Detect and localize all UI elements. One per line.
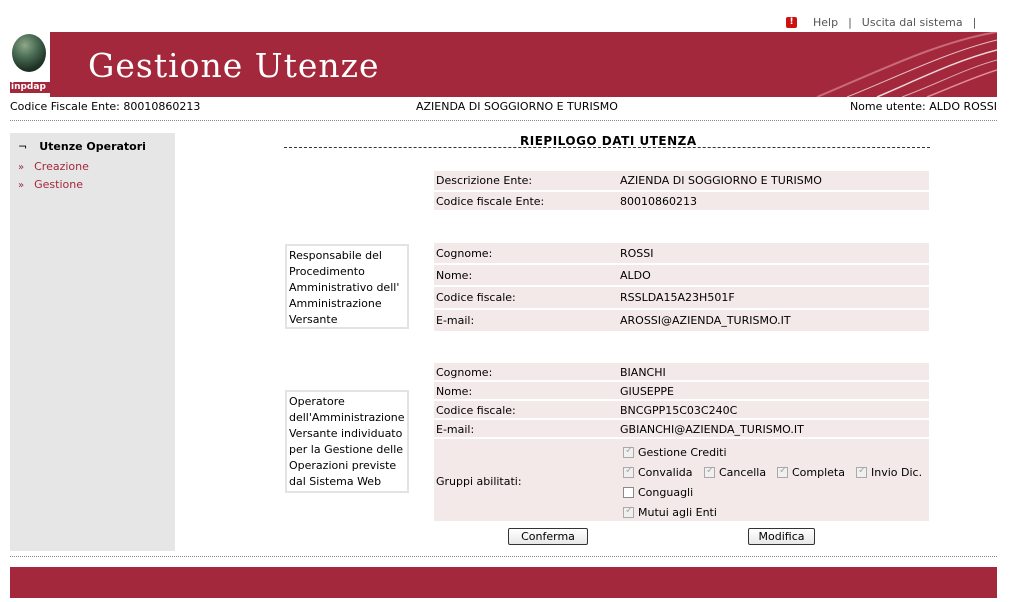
page-title: Gestione Utenze bbox=[88, 46, 380, 85]
checkbox-icon[interactable] bbox=[623, 487, 634, 498]
checkbox-icon[interactable] bbox=[623, 505, 634, 518]
checkbox-invio-dic[interactable]: Invio Dic. bbox=[856, 465, 923, 479]
sidebar-item-label: Gestione bbox=[34, 178, 83, 191]
field-value: RSSLDA15A23H501F bbox=[620, 291, 735, 304]
field-value: BIANCHI bbox=[620, 366, 666, 379]
nome-utente-label: Nome utente: bbox=[849, 100, 926, 113]
checkbox-label: Invio Dic. bbox=[871, 466, 923, 479]
sidebar: ¬ Utenze Operatori » Creazione » Gestione bbox=[10, 133, 175, 551]
help-link[interactable]: Help bbox=[813, 16, 838, 29]
checkbox-label: Cancella bbox=[719, 466, 767, 479]
table-row: Nome: ALDO bbox=[434, 265, 929, 287]
table-row: Codice fiscale: RSSLDA15A23H501F bbox=[434, 287, 929, 310]
sidebar-section-label: Utenze Operatori bbox=[39, 140, 146, 153]
checkbox-mutui-agli-enti[interactable]: Mutui agli Enti bbox=[623, 505, 717, 519]
checkbox-label: Mutui agli Enti bbox=[638, 506, 717, 519]
field-label: Codice fiscale: bbox=[436, 291, 516, 304]
section-marker-icon: ¬ bbox=[18, 140, 28, 153]
section-title: RIEPILOGO DATI UTENZA bbox=[520, 134, 697, 148]
divider bbox=[10, 556, 997, 557]
table-row: E-mail: GBIANCHI@AZIENDA_TURISMO.IT bbox=[434, 420, 929, 439]
sidebar-item-gestione[interactable]: » Gestione bbox=[18, 178, 83, 191]
field-value: BNCGPP15C03C240C bbox=[620, 404, 738, 417]
swoosh-decoration-icon bbox=[816, 32, 997, 97]
ente-table: Descrizione Ente: AZIENDA DI SOGGIORNO E… bbox=[434, 171, 929, 212]
table-row: Nome: GIUSEPPE bbox=[434, 382, 929, 401]
top-links: ! Help | Uscita dal sistema | bbox=[786, 15, 986, 29]
field-value: 80010860213 bbox=[620, 195, 697, 208]
checkbox-icon[interactable] bbox=[623, 445, 634, 458]
field-label: Codice fiscale Ente: bbox=[436, 195, 545, 208]
header-banner: inpdap Gestione Utenze bbox=[10, 32, 997, 97]
sidebar-item-label: Creazione bbox=[34, 160, 89, 173]
separator: | bbox=[848, 15, 852, 29]
field-value: AROSSI@AZIENDA_TURISMO.IT bbox=[620, 314, 791, 327]
codice-fiscale-ente-value: 80010860213 bbox=[123, 100, 201, 113]
codice-fiscale-ente: Codice Fiscale Ente: 80010860213 bbox=[10, 100, 200, 113]
table-row: E-mail: AROSSI@AZIENDA_TURISMO.IT bbox=[434, 310, 929, 333]
responsabile-table: Cognome: ROSSI Nome: ALDO Codice fiscale… bbox=[434, 243, 929, 333]
field-label: Descrizione Ente: bbox=[436, 174, 533, 187]
modify-button[interactable]: Modifica bbox=[748, 528, 815, 545]
checkbox-icon[interactable] bbox=[704, 465, 715, 478]
codice-fiscale-ente-label: Codice Fiscale Ente: bbox=[10, 100, 120, 113]
field-value: ROSSI bbox=[620, 247, 654, 260]
field-label: E-mail: bbox=[436, 314, 475, 327]
checkbox-cancella[interactable]: Cancella bbox=[704, 465, 767, 479]
field-label: Nome: bbox=[436, 385, 473, 398]
operatore-table: Cognome: BIANCHI Nome: GIUSEPPE Codice f… bbox=[434, 363, 929, 522]
double-chevron-right-icon: » bbox=[18, 180, 25, 191]
logo-text: inpdap bbox=[10, 82, 51, 93]
field-label: E-mail: bbox=[436, 423, 475, 436]
operatore-description: Operatore dell'Amministrazione Versante … bbox=[285, 390, 409, 493]
table-row: Descrizione Ente: AZIENDA DI SOGGIORNO E… bbox=[434, 171, 929, 192]
nome-utente-value: ALDO ROSSI bbox=[929, 100, 997, 113]
field-label: Codice fiscale: bbox=[436, 404, 516, 417]
footer-bar bbox=[10, 567, 997, 598]
info-bar: Codice Fiscale Ente: 80010860213 AZIENDA… bbox=[10, 100, 997, 114]
field-value: AZIENDA DI SOGGIORNO E TURISMO bbox=[620, 174, 822, 187]
field-value: GBIANCHI@AZIENDA_TURISMO.IT bbox=[620, 423, 804, 436]
field-label: Nome: bbox=[436, 269, 473, 282]
logo: inpdap bbox=[10, 32, 51, 97]
table-row: Cognome: ROSSI bbox=[434, 243, 929, 265]
responsabile-description: Responsabile del Procedimento Amministra… bbox=[285, 244, 409, 329]
sidebar-section-title: ¬ Utenze Operatori bbox=[18, 140, 146, 153]
checkbox-conguagli[interactable]: Conguagli bbox=[623, 486, 693, 499]
checkbox-convalida[interactable]: Convalida bbox=[623, 465, 693, 479]
field-value: ALDO bbox=[620, 269, 651, 282]
checkbox-label: Completa bbox=[792, 466, 845, 479]
checkbox-label: Convalida bbox=[638, 466, 693, 479]
field-value: GIUSEPPE bbox=[620, 385, 674, 398]
nome-utente: Nome utente: ALDO ROSSI bbox=[850, 100, 997, 113]
field-label: Cognome: bbox=[436, 247, 493, 260]
checkbox-label: Conguagli bbox=[638, 486, 694, 499]
separator: | bbox=[972, 15, 977, 29]
divider bbox=[10, 120, 997, 121]
table-row: Cognome: BIANCHI bbox=[434, 363, 929, 382]
table-row: Codice fiscale Ente: 80010860213 bbox=[434, 192, 929, 212]
double-chevron-right-icon: » bbox=[18, 162, 25, 173]
field-label: Cognome: bbox=[436, 366, 493, 379]
checkbox-completa[interactable]: Completa bbox=[777, 465, 845, 479]
confirm-button[interactable]: Conferma bbox=[508, 528, 588, 545]
azienda-name: AZIENDA DI SOGGIORNO E TURISMO bbox=[416, 100, 618, 113]
gruppi-label: Gruppi abilitati: bbox=[436, 475, 522, 488]
title-underline bbox=[284, 147, 930, 148]
checkbox-label: Gestione Crediti bbox=[638, 446, 727, 459]
alert-icon: ! bbox=[786, 16, 797, 28]
checkbox-icon[interactable] bbox=[623, 465, 634, 478]
checkbox-gestione-crediti[interactable]: Gestione Crediti bbox=[623, 445, 727, 459]
gruppi-row: Gruppi abilitati: Gestione Crediti Conva… bbox=[434, 439, 929, 521]
checkbox-icon[interactable] bbox=[777, 465, 788, 478]
globe-logo-icon bbox=[12, 34, 46, 72]
checkbox-icon[interactable] bbox=[856, 465, 867, 478]
logout-link[interactable]: Uscita dal sistema bbox=[862, 16, 963, 29]
sidebar-item-creazione[interactable]: » Creazione bbox=[18, 160, 89, 173]
table-row: Codice fiscale: BNCGPP15C03C240C bbox=[434, 401, 929, 420]
